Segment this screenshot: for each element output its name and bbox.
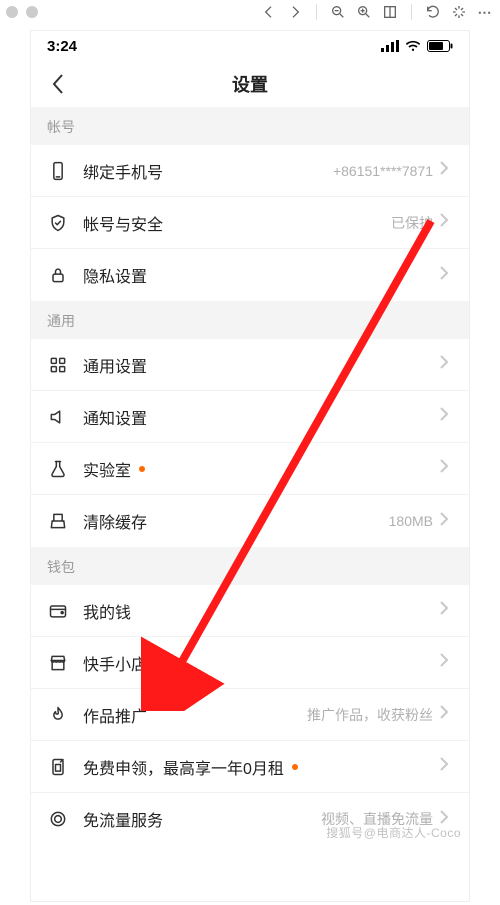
chevron-right-icon (439, 458, 453, 479)
fit-width-icon[interactable] (381, 3, 399, 21)
chevron-right-icon (439, 406, 453, 427)
settings-row[interactable]: 隐私设置 (31, 249, 469, 301)
settings-row[interactable]: 帐号与安全 已保护 (31, 197, 469, 249)
sim-icon (47, 756, 69, 778)
phone-icon (47, 160, 69, 182)
settings-row[interactable]: 作品推广 推广作品，收获粉丝 (31, 689, 469, 741)
section-list: 我的钱快手小店作品推广推广作品，收获粉丝免费申领，最高享一年0月租免流量服务视频… (31, 585, 469, 845)
settings-row[interactable]: 通知设置 (31, 391, 469, 443)
dot-badge (292, 764, 298, 770)
dot-badge (139, 466, 145, 472)
chevron-right-icon (439, 354, 453, 375)
section-list: 绑定手机号 +86151****7871 帐号与安全 已保护隐私设置 (31, 145, 469, 301)
chevron-right-icon (439, 756, 453, 777)
row-value: +86151****7871 (333, 163, 433, 179)
section-list: 通用设置通知设置实验室清除缓存 180MB (31, 339, 469, 547)
status-time: 3:24 (47, 38, 77, 55)
settings-list: 帐号绑定手机号+86151****7871帐号与安全已保护隐私设置通用通用设置通… (31, 107, 469, 845)
row-label: 免费申领，最高享一年0月租 (83, 755, 284, 779)
chevron-right-icon (439, 511, 453, 532)
section-header: 钱包 (31, 547, 469, 585)
magic-icon[interactable] (450, 3, 468, 21)
zoom-out-icon[interactable] (329, 3, 347, 21)
status-bar: 3:24 (31, 31, 469, 61)
row-label: 免流量服务 (83, 807, 163, 831)
back-button[interactable] (43, 69, 73, 99)
wifi-icon (405, 40, 421, 52)
section-header: 通用 (31, 301, 469, 339)
lock-icon (47, 264, 69, 286)
window-dot-2 (26, 6, 38, 18)
wallet-icon (47, 600, 69, 622)
chevron-right-icon (439, 652, 453, 673)
settings-row[interactable]: 快手小店 (31, 637, 469, 689)
flame-icon (47, 704, 69, 726)
row-label: 通知设置 (83, 405, 147, 429)
row-label: 通用设置 (83, 353, 147, 377)
data-icon (47, 808, 69, 830)
page-title: 设置 (31, 71, 469, 97)
row-label: 隐私设置 (83, 263, 147, 287)
nav-bar: 设置 (31, 61, 469, 107)
zoom-in-icon[interactable] (355, 3, 373, 21)
settings-row[interactable]: 实验室 (31, 443, 469, 495)
rotate-icon[interactable] (424, 3, 442, 21)
row-value: 已保护 (391, 213, 433, 233)
flask-icon (47, 458, 69, 480)
watermark: 搜狐号@电商达人-Coco (326, 824, 461, 841)
settings-row[interactable]: 绑定手机号 +86151****7871 (31, 145, 469, 197)
row-label: 实验室 (83, 457, 131, 481)
row-label: 帐号与安全 (83, 211, 163, 235)
row-label: 绑定手机号 (83, 159, 163, 183)
chevron-right-icon (439, 265, 453, 286)
nav-forward-icon[interactable] (286, 3, 304, 21)
row-label: 我的钱 (83, 599, 131, 623)
settings-row[interactable]: 免费申领，最高享一年0月租 (31, 741, 469, 793)
browser-toolbar: ⋯ (0, 0, 500, 24)
status-indicators (381, 40, 453, 52)
chevron-right-icon (439, 600, 453, 621)
row-value: 180MB (389, 513, 433, 529)
nav-back-icon[interactable] (260, 3, 278, 21)
shield-icon (47, 212, 69, 234)
grid-icon (47, 354, 69, 376)
signal-icon (381, 40, 399, 52)
chevron-right-icon (439, 160, 453, 181)
row-label: 清除缓存 (83, 509, 147, 533)
row-label: 快手小店 (83, 651, 147, 675)
chevron-right-icon (439, 212, 453, 233)
settings-row[interactable]: 通用设置 (31, 339, 469, 391)
battery-icon (427, 40, 453, 52)
speaker-icon (47, 406, 69, 428)
more-icon[interactable]: ⋯ (476, 3, 494, 21)
chevron-right-icon (439, 704, 453, 725)
section-header: 帐号 (31, 107, 469, 145)
settings-row[interactable]: 清除缓存 180MB (31, 495, 469, 547)
phone-frame: 3:24 设置 帐号绑定手机号 +86151****7871 帐号与安全 已保护隐私设… (30, 30, 470, 902)
row-value: 推广作品，收获粉丝 (307, 705, 433, 725)
window-dot-1 (6, 6, 18, 18)
settings-row[interactable]: 我的钱 (31, 585, 469, 637)
row-label: 作品推广 (83, 703, 147, 727)
broom-icon (47, 510, 69, 532)
shop-icon (47, 652, 69, 674)
